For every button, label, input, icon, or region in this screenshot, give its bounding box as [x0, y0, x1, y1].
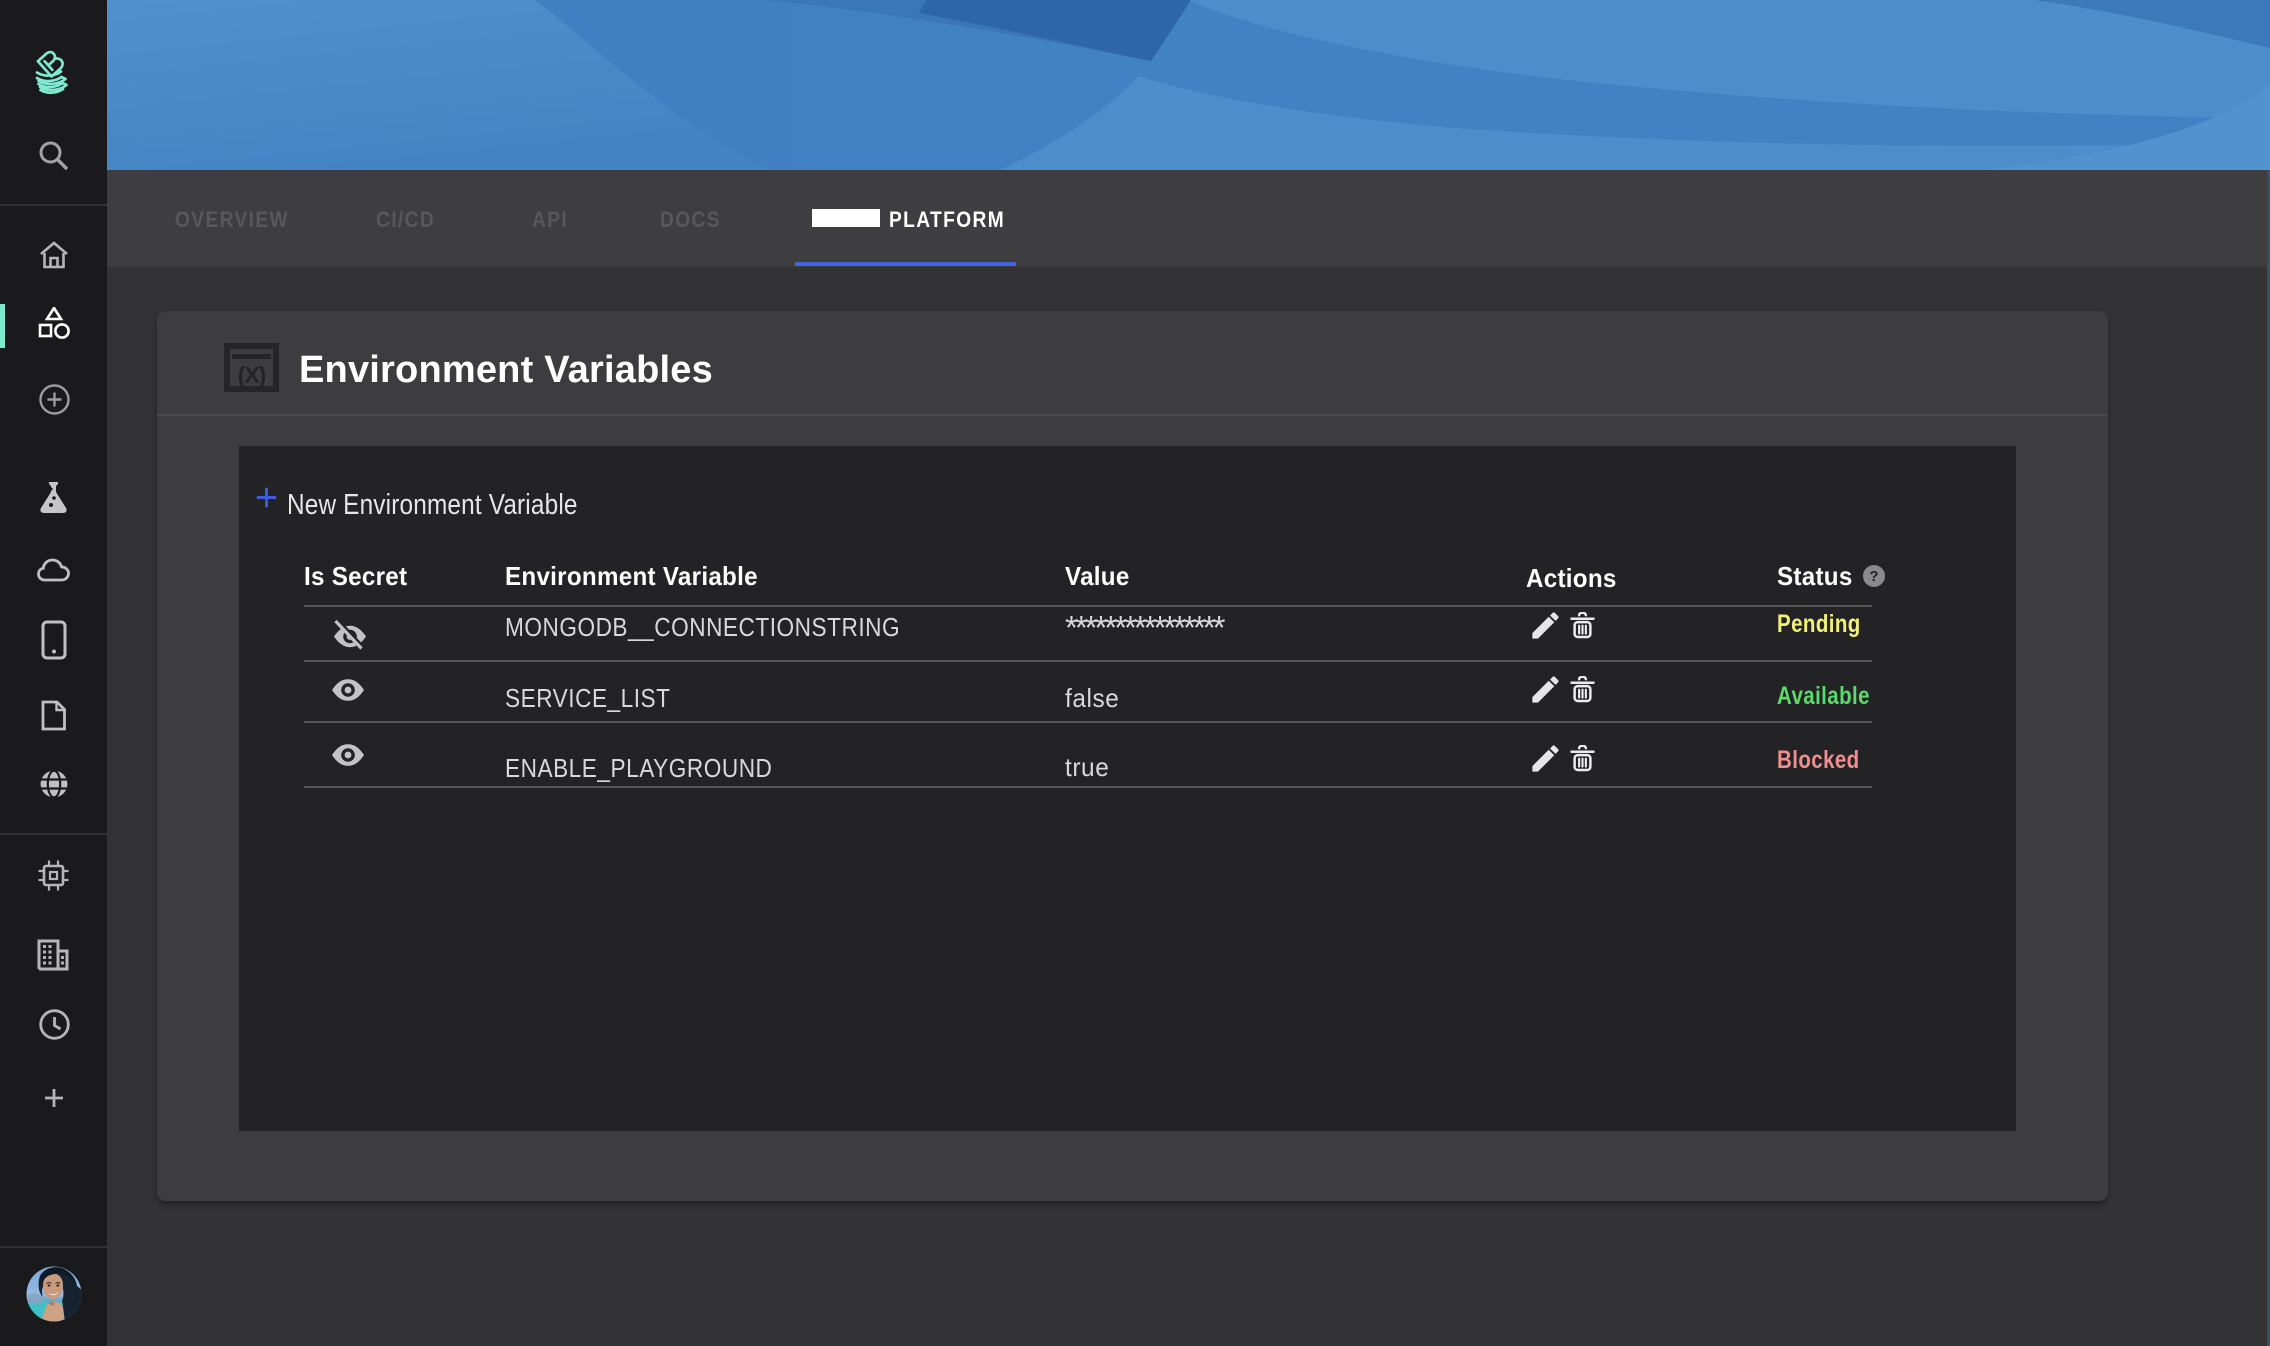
- svg-text:?: ?: [1869, 568, 1878, 585]
- svg-text:(X): (X): [238, 362, 266, 388]
